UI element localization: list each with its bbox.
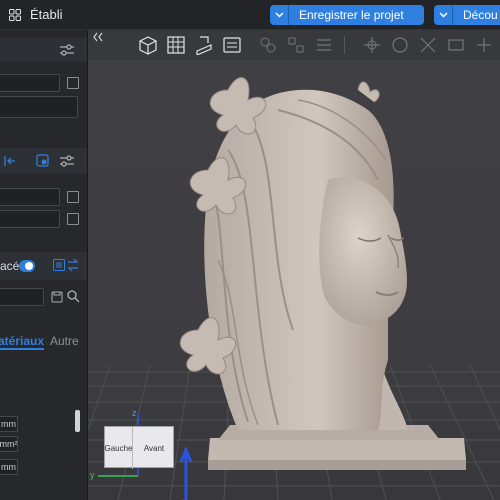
printer-section-header xyxy=(0,38,87,62)
lay-on-face-icon[interactable] xyxy=(446,35,466,55)
chevron-down-icon[interactable] xyxy=(270,5,289,25)
unit-label: mm xyxy=(0,416,18,432)
active-tab-indicator xyxy=(0,348,44,350)
filament-sync-icon[interactable] xyxy=(36,154,49,167)
printer-select[interactable] xyxy=(0,74,60,92)
collapse-left-icon[interactable] xyxy=(4,155,16,167)
scrollbar[interactable] xyxy=(75,410,80,432)
split-parts-icon[interactable] xyxy=(286,35,306,55)
save-icon[interactable] xyxy=(51,291,63,303)
z-axis-label: z xyxy=(132,408,137,418)
toolbar-divider xyxy=(344,36,345,54)
filament-select-2[interactable] xyxy=(0,210,60,228)
app-menu-icon[interactable] xyxy=(9,9,21,21)
edit-icon[interactable] xyxy=(67,213,79,225)
compare-icon[interactable] xyxy=(66,258,80,272)
process-section-header: acé xyxy=(0,252,87,280)
tab-other[interactable]: Autre xyxy=(50,334,79,348)
scale-icon[interactable] xyxy=(418,35,438,55)
nav-cube-left-face[interactable]: Gauche xyxy=(104,427,133,469)
discover-label: Décou xyxy=(463,8,498,22)
save-project-button[interactable]: Enregistrer le projet xyxy=(270,5,424,25)
tab-materials[interactable]: atériaux xyxy=(0,334,44,348)
settings-sliders-icon[interactable] xyxy=(60,155,74,167)
page-title: Établi xyxy=(30,7,63,22)
plate-select[interactable] xyxy=(0,96,78,118)
list-icon[interactable] xyxy=(53,259,65,271)
split-objects-icon[interactable] xyxy=(258,35,278,55)
rotate-icon[interactable] xyxy=(390,35,410,55)
cut-icon[interactable] xyxy=(474,35,494,55)
settings-sliders-icon[interactable] xyxy=(60,44,74,56)
layers-icon[interactable] xyxy=(314,35,334,55)
discover-button[interactable]: Décou xyxy=(434,5,500,25)
filament-select-1[interactable] xyxy=(0,188,60,206)
viewport-toolbar xyxy=(88,30,500,60)
edit-icon[interactable] xyxy=(67,191,79,203)
arrange-grid-icon[interactable] xyxy=(166,35,186,55)
edit-icon[interactable] xyxy=(67,77,79,89)
top-bar: Établi Enregistrer le projet Décou xyxy=(0,0,500,30)
left-sidebar: acé atériaux Autre mm mm² mm xyxy=(0,30,88,500)
add-object-icon[interactable] xyxy=(138,35,158,55)
auto-orient-icon[interactable] xyxy=(194,35,214,55)
save-project-label: Enregistrer le projet xyxy=(299,8,404,22)
y-axis-label: y xyxy=(90,470,95,480)
unit-label: mm² xyxy=(0,436,18,452)
search-input[interactable] xyxy=(0,288,44,306)
chevron-down-icon[interactable] xyxy=(434,5,453,25)
plate-settings-icon[interactable] xyxy=(222,35,242,55)
filament-section-header xyxy=(0,148,87,174)
search-icon[interactable] xyxy=(67,290,80,303)
unit-label: mm xyxy=(0,459,18,475)
nav-cube-front-face[interactable]: Avant xyxy=(133,427,175,469)
navigation-cube[interactable]: Gauche Avant xyxy=(104,426,175,469)
3d-viewport[interactable]: Gauche Avant z y x xyxy=(88,30,500,500)
x-axis-label: x xyxy=(182,496,187,500)
advanced-toggle[interactable] xyxy=(19,260,35,272)
advanced-toggle-label: acé xyxy=(0,259,20,273)
collapse-sidebar-icon[interactable] xyxy=(90,30,106,44)
move-icon[interactable] xyxy=(362,35,382,55)
